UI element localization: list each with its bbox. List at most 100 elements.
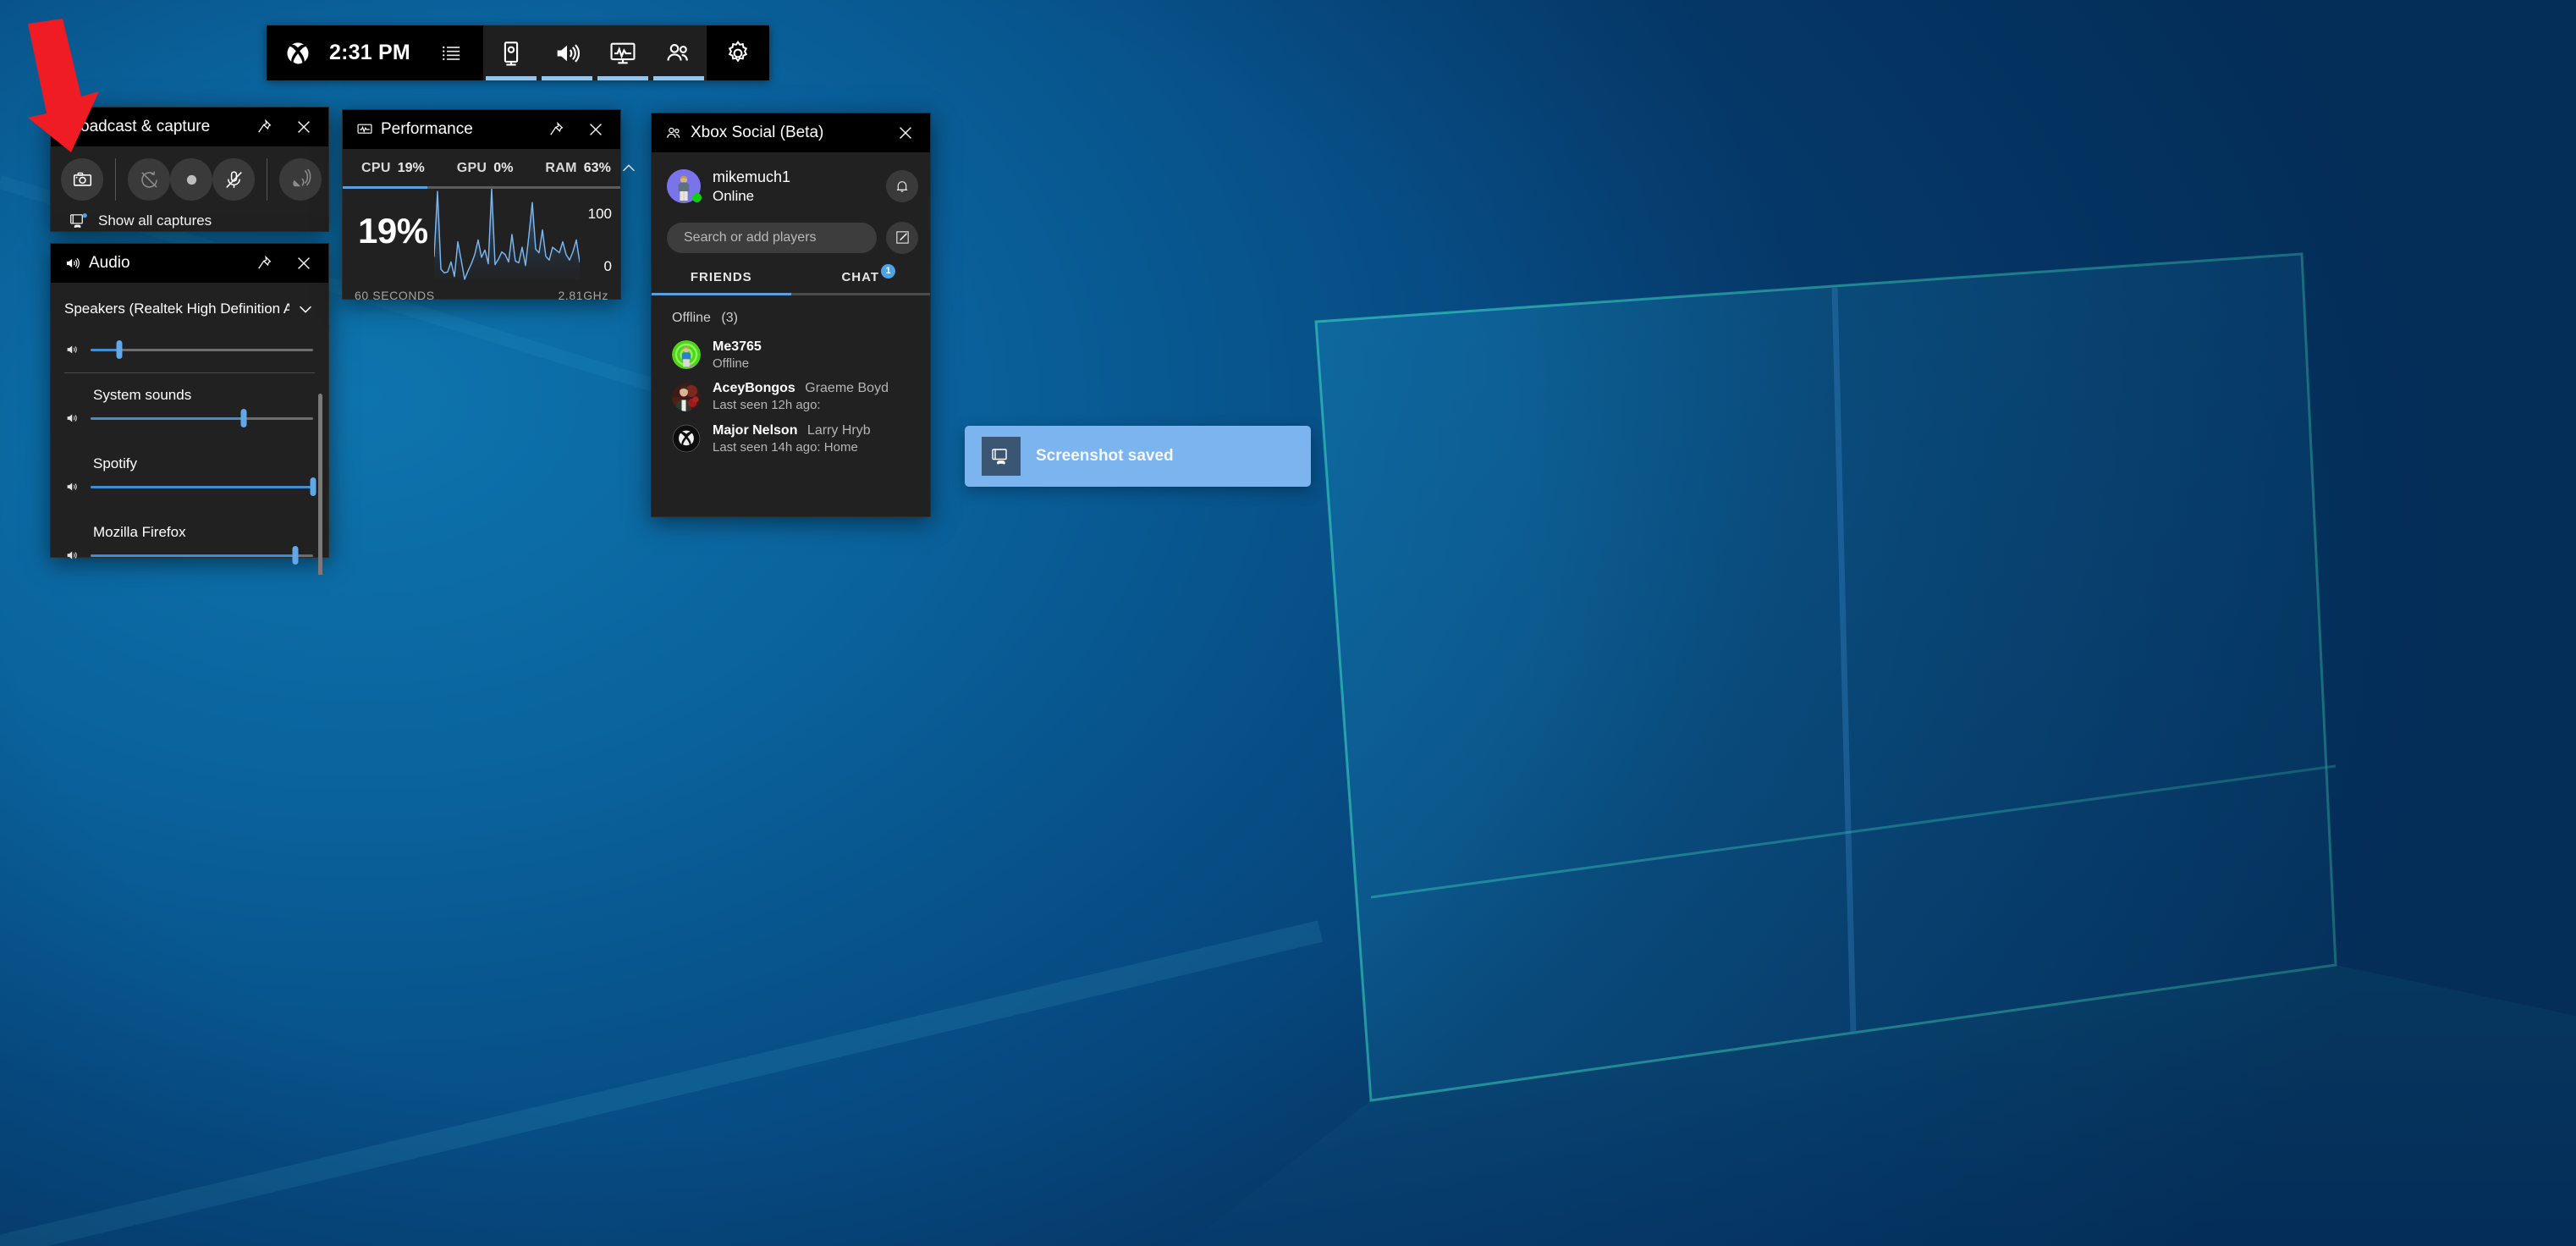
chart-time-window: 60 SECONDS bbox=[355, 289, 435, 302]
notifications-button[interactable] bbox=[886, 170, 918, 202]
audio-app-name: Mozilla Firefox bbox=[51, 524, 328, 548]
friends-group-count: (3) bbox=[721, 311, 738, 325]
audio-device-selector[interactable]: Speakers (Realtek High Definition Audio) bbox=[51, 283, 328, 323]
tab-chat[interactable]: CHAT1 bbox=[791, 270, 931, 295]
widget-menu-icon[interactable] bbox=[434, 36, 470, 71]
close-button[interactable] bbox=[580, 115, 612, 144]
record-dot-icon bbox=[181, 169, 202, 190]
toolbar-tab-performance[interactable] bbox=[595, 25, 651, 80]
broadcast-icon bbox=[290, 169, 311, 190]
friend-row[interactable]: AceyBongos Graeme Boyd Last seen 12h ago… bbox=[652, 376, 930, 418]
slider-track[interactable] bbox=[91, 481, 313, 493]
tab-value: 63% bbox=[584, 161, 611, 176]
bell-icon bbox=[894, 178, 911, 195]
toast-message: Screenshot saved bbox=[1036, 447, 1174, 466]
current-user-row[interactable]: mikemuch1 Online bbox=[652, 152, 930, 206]
toolbar-tab-audio[interactable] bbox=[539, 25, 595, 80]
cpu-usage-chart bbox=[434, 189, 580, 280]
friend-gamertag: Major Nelson bbox=[713, 423, 797, 438]
broadcast-capture-panel: Broadcast & capture bbox=[50, 107, 329, 232]
gallery-icon bbox=[990, 447, 1012, 466]
slider-fill bbox=[91, 486, 313, 488]
tab-active-indicator bbox=[486, 76, 537, 80]
audio-scrollbar-thumb[interactable] bbox=[318, 394, 322, 575]
performance-current-value: 19% bbox=[358, 211, 428, 251]
performance-tab-gpu[interactable]: GPU 0% bbox=[449, 161, 522, 176]
friend-text: AceyBongos Graeme Boyd Last seen 12h ago… bbox=[713, 380, 889, 414]
slider-track[interactable] bbox=[91, 412, 313, 424]
tab-active-indicator bbox=[652, 293, 791, 295]
record-last-30s-button[interactable] bbox=[128, 158, 170, 201]
close-button[interactable] bbox=[288, 113, 320, 141]
avatar[interactable] bbox=[667, 169, 701, 203]
toolbar-widget-tabs bbox=[483, 25, 707, 80]
audio-app-row: System sounds bbox=[51, 383, 328, 426]
tab-chat-label: CHAT bbox=[841, 270, 879, 284]
master-volume-slider[interactable] bbox=[51, 342, 328, 357]
audio-app-slider[interactable] bbox=[51, 479, 328, 494]
chart-axis-max: 100 bbox=[588, 206, 612, 223]
audio-app-slider[interactable] bbox=[51, 411, 328, 426]
settings-button[interactable] bbox=[720, 36, 756, 71]
performance-tab-cpu[interactable]: CPU 19% bbox=[353, 161, 433, 176]
device-dropdown-button[interactable] bbox=[289, 295, 322, 323]
search-placeholder: Search or add players bbox=[684, 230, 817, 245]
pin-button[interactable] bbox=[540, 115, 572, 144]
xbox-logo-icon[interactable] bbox=[285, 41, 311, 66]
mic-toggle-button[interactable] bbox=[212, 158, 255, 201]
pin-button[interactable] bbox=[248, 113, 280, 141]
slider-thumb[interactable] bbox=[311, 477, 316, 496]
close-icon bbox=[896, 124, 915, 142]
close-icon bbox=[586, 120, 605, 139]
audio-device-label: Speakers (Realtek High Definition Audio) bbox=[64, 300, 289, 317]
camera-icon bbox=[72, 169, 93, 190]
tab-friends-label: FRIENDS bbox=[691, 270, 752, 284]
social-icon bbox=[665, 124, 683, 142]
broadcast-panel-title: Broadcast & capture bbox=[64, 118, 210, 136]
current-user-text: mikemuch1 Online bbox=[713, 168, 874, 206]
speaker-icon bbox=[64, 548, 81, 563]
tab-active-indicator bbox=[542, 76, 592, 80]
avatar-green-icon bbox=[672, 340, 701, 369]
screenshot-saved-toast[interactable]: Screenshot saved bbox=[965, 426, 1311, 487]
performance-panel-title: Performance bbox=[381, 120, 473, 139]
screenshot-button[interactable] bbox=[61, 158, 103, 201]
slider-track[interactable] bbox=[91, 549, 313, 561]
master-volume-track[interactable] bbox=[91, 344, 313, 356]
slider-fill bbox=[91, 554, 295, 557]
chat-unread-badge: 1 bbox=[881, 264, 895, 278]
performance-panel-header: Performance bbox=[343, 110, 620, 149]
close-button[interactable] bbox=[288, 249, 320, 278]
performance-chart-area: 19% 100 0 bbox=[343, 189, 620, 289]
avatar-xbox-icon bbox=[672, 424, 701, 453]
pin-button[interactable] bbox=[248, 249, 280, 278]
friend-row[interactable]: Me3765 Offline bbox=[652, 334, 930, 377]
avatar-photo-glyph bbox=[672, 383, 701, 411]
divider bbox=[64, 372, 315, 373]
show-all-captures-button[interactable]: Show all captures bbox=[51, 201, 328, 229]
avatar-photo-icon bbox=[672, 383, 701, 411]
broadcast-button[interactable] bbox=[279, 158, 322, 201]
friend-row[interactable]: Major Nelson Larry Hryb Last seen 14h ag… bbox=[652, 418, 930, 460]
pin-icon bbox=[256, 119, 272, 135]
cpu-clock-speed: 2.81GHz bbox=[559, 289, 608, 302]
toolbar-tab-xbox-social[interactable] bbox=[651, 25, 707, 80]
toolbar-tab-capture[interactable] bbox=[483, 25, 539, 80]
close-button[interactable] bbox=[889, 119, 922, 147]
compose-message-button[interactable] bbox=[886, 222, 918, 254]
friend-gamertag: AceyBongos bbox=[713, 381, 795, 395]
toolbar-left-group: 2:31 PM bbox=[267, 25, 483, 80]
tab-friends[interactable]: FRIENDS bbox=[652, 270, 791, 295]
slider-thumb[interactable] bbox=[117, 340, 123, 359]
collapse-button[interactable] bbox=[619, 157, 638, 179]
search-input[interactable]: Search or add players bbox=[667, 223, 877, 253]
audio-app-slider[interactable] bbox=[51, 548, 328, 563]
slider-thumb[interactable] bbox=[292, 546, 298, 565]
presence-indicator bbox=[692, 193, 702, 202]
audio-app-name: Spotify bbox=[51, 455, 328, 479]
slider-thumb[interactable] bbox=[241, 409, 247, 427]
start-recording-button[interactable] bbox=[170, 158, 212, 201]
performance-tab-ram[interactable]: RAM 63% bbox=[537, 161, 619, 176]
tab-value: 19% bbox=[398, 161, 425, 176]
friend-realname: Graeme Boyd bbox=[805, 381, 889, 395]
